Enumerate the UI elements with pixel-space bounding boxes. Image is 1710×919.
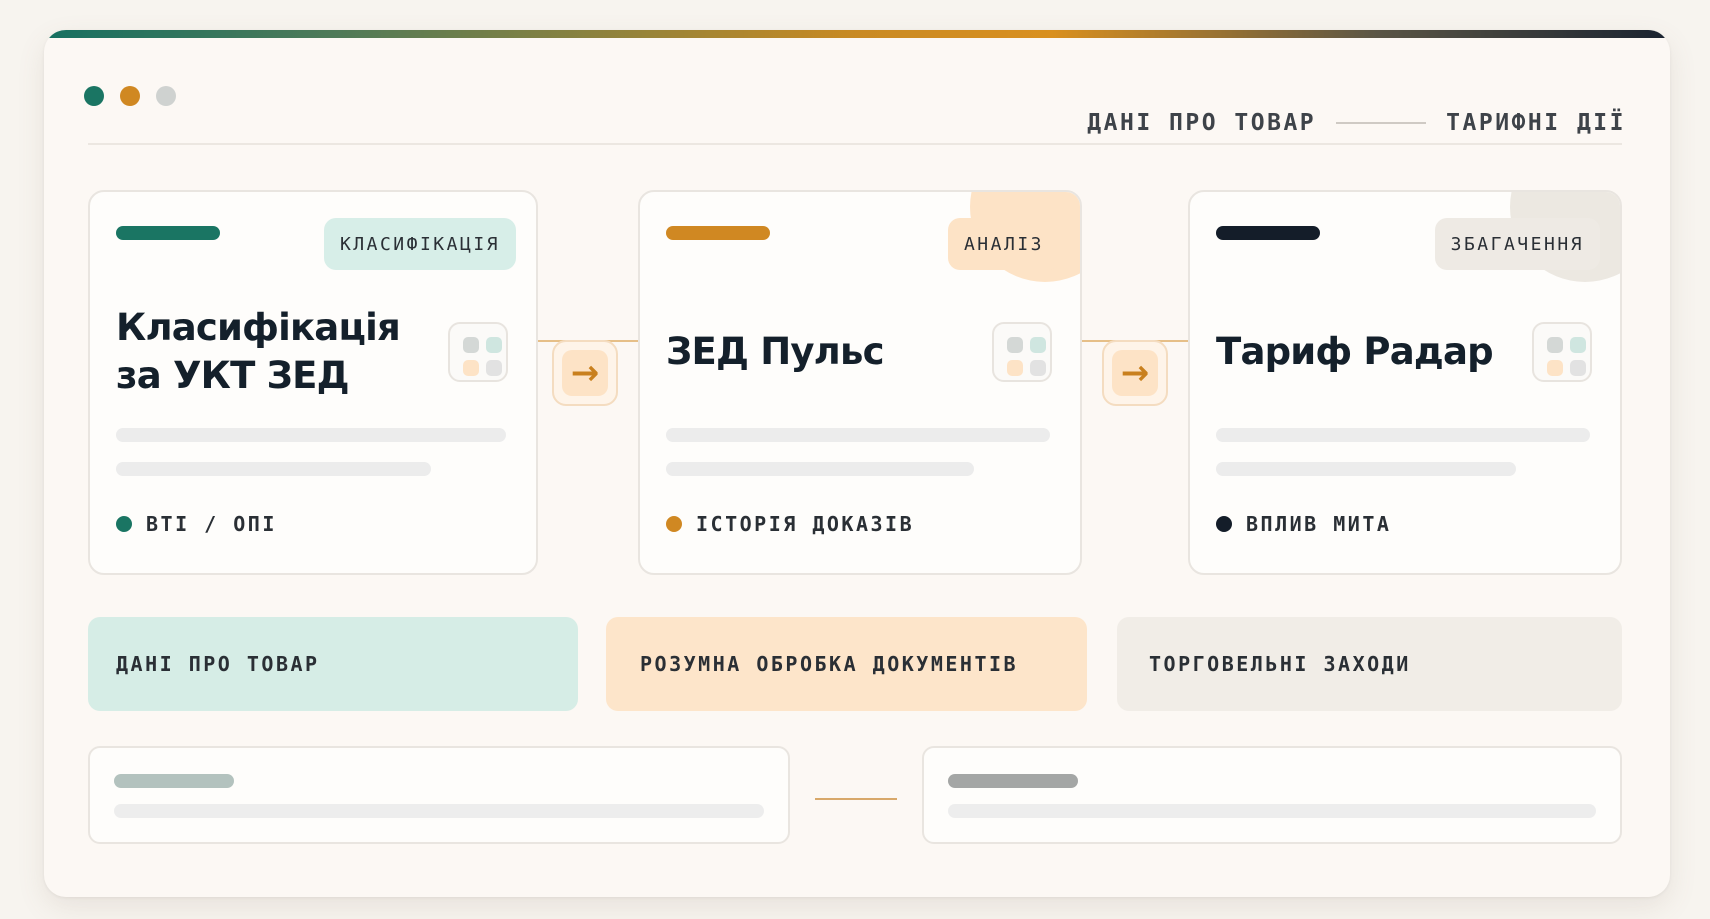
card-title-line: за УКТ ЗЕД (116, 354, 350, 397)
bottom-panel-left[interactable] (88, 746, 790, 844)
card-footer-label: ВПЛИВ МИТА (1246, 512, 1392, 536)
breadcrumb-separator (1336, 122, 1427, 124)
grid-icon[interactable] (992, 322, 1052, 382)
card-accent-line (666, 226, 770, 240)
card-footer-label: ІСТОРІЯ ДОКАЗІВ (696, 512, 915, 536)
gray-dot[interactable] (156, 86, 176, 106)
card-badge: АНАЛІЗ (947, 218, 1060, 270)
placeholder-line (666, 428, 1050, 442)
band-product-data[interactable]: ДАНІ ПРО ТОВАР (88, 617, 578, 711)
card-accent-line (1216, 226, 1320, 240)
band-document-processing[interactable]: РОЗУМНА ОБРОБКА ДОКУМЕНТІВ (606, 617, 1087, 711)
placeholder-line (1216, 462, 1516, 476)
grid-icon[interactable] (1532, 322, 1592, 382)
status-dot (1216, 516, 1232, 532)
placeholder-line (116, 462, 431, 476)
amber-dot[interactable] (120, 86, 140, 106)
panel-connector (815, 798, 897, 800)
card-classification[interactable]: КЛАСИФІКАЦІЯ Класифікація за УКТ ЗЕД ВТІ… (88, 190, 538, 575)
placeholder-line (116, 428, 506, 442)
card-accent-line (116, 226, 220, 240)
placeholder-label-bar (114, 774, 234, 788)
card-footer: ВПЛИВ МИТА (1216, 512, 1391, 536)
card-badge: КЛАСИФІКАЦІЯ (323, 218, 516, 270)
placeholder-line (114, 804, 764, 818)
card-title: Класифікація за УКТ ЗЕД (116, 304, 401, 400)
teal-dot[interactable] (84, 86, 104, 106)
band-label: ТОРГОВЕЛЬНІ ЗАХОДИ (1149, 652, 1411, 676)
card-enrichment[interactable]: ЗБАГАЧЕННЯ Тариф Радар ВПЛИВ МИТА (1188, 190, 1622, 575)
placeholder-line (948, 804, 1596, 818)
arrow-right-icon: → (1102, 340, 1168, 406)
breadcrumb-item-product-data[interactable]: ДАНІ ПРО ТОВАР (1087, 110, 1316, 136)
card-badge: ЗБАГАЧЕННЯ (1434, 218, 1600, 270)
card-title: Тариф Радар (1216, 328, 1494, 376)
card-title: ЗЕД Пульс (666, 328, 885, 376)
card-footer-label: ВТІ / ОПІ (146, 512, 277, 536)
placeholder-label-bar (948, 774, 1078, 788)
placeholder-line (666, 462, 974, 476)
band-label: ДАНІ ПРО ТОВАР (116, 652, 320, 676)
card-footer: ІСТОРІЯ ДОКАЗІВ (666, 512, 914, 536)
breadcrumb-item-tariff-actions[interactable]: ТАРИФНІ ДІЇ (1446, 110, 1626, 136)
breadcrumb: ДАНІ ПРО ТОВАР ТАРИФНІ ДІЇ (1087, 110, 1626, 136)
arrow-right-icon: → (552, 340, 618, 406)
header-divider (88, 143, 1622, 145)
card-title-line: ЗЕД Пульс (666, 330, 885, 373)
gradient-accent-bar (44, 30, 1670, 38)
window-controls (84, 86, 176, 106)
card-analysis[interactable]: АНАЛІЗ ЗЕД Пульс ІСТОРІЯ ДОКАЗІВ (638, 190, 1082, 575)
card-title-line: Тариф Радар (1216, 330, 1494, 373)
card-title-line: Класифікація (116, 306, 401, 349)
band-label: РОЗУМНА ОБРОБКА ДОКУМЕНТІВ (640, 652, 1019, 676)
app-window: ДАНІ ПРО ТОВАР ТАРИФНІ ДІЇ КЛАСИФІКАЦІЯ … (44, 30, 1670, 897)
band-trade-measures[interactable]: ТОРГОВЕЛЬНІ ЗАХОДИ (1117, 617, 1622, 711)
placeholder-line (1216, 428, 1590, 442)
card-footer: ВТІ / ОПІ (116, 512, 277, 536)
bottom-panel-right[interactable] (922, 746, 1622, 844)
status-dot (116, 516, 132, 532)
grid-icon[interactable] (448, 322, 508, 382)
status-dot (666, 516, 682, 532)
